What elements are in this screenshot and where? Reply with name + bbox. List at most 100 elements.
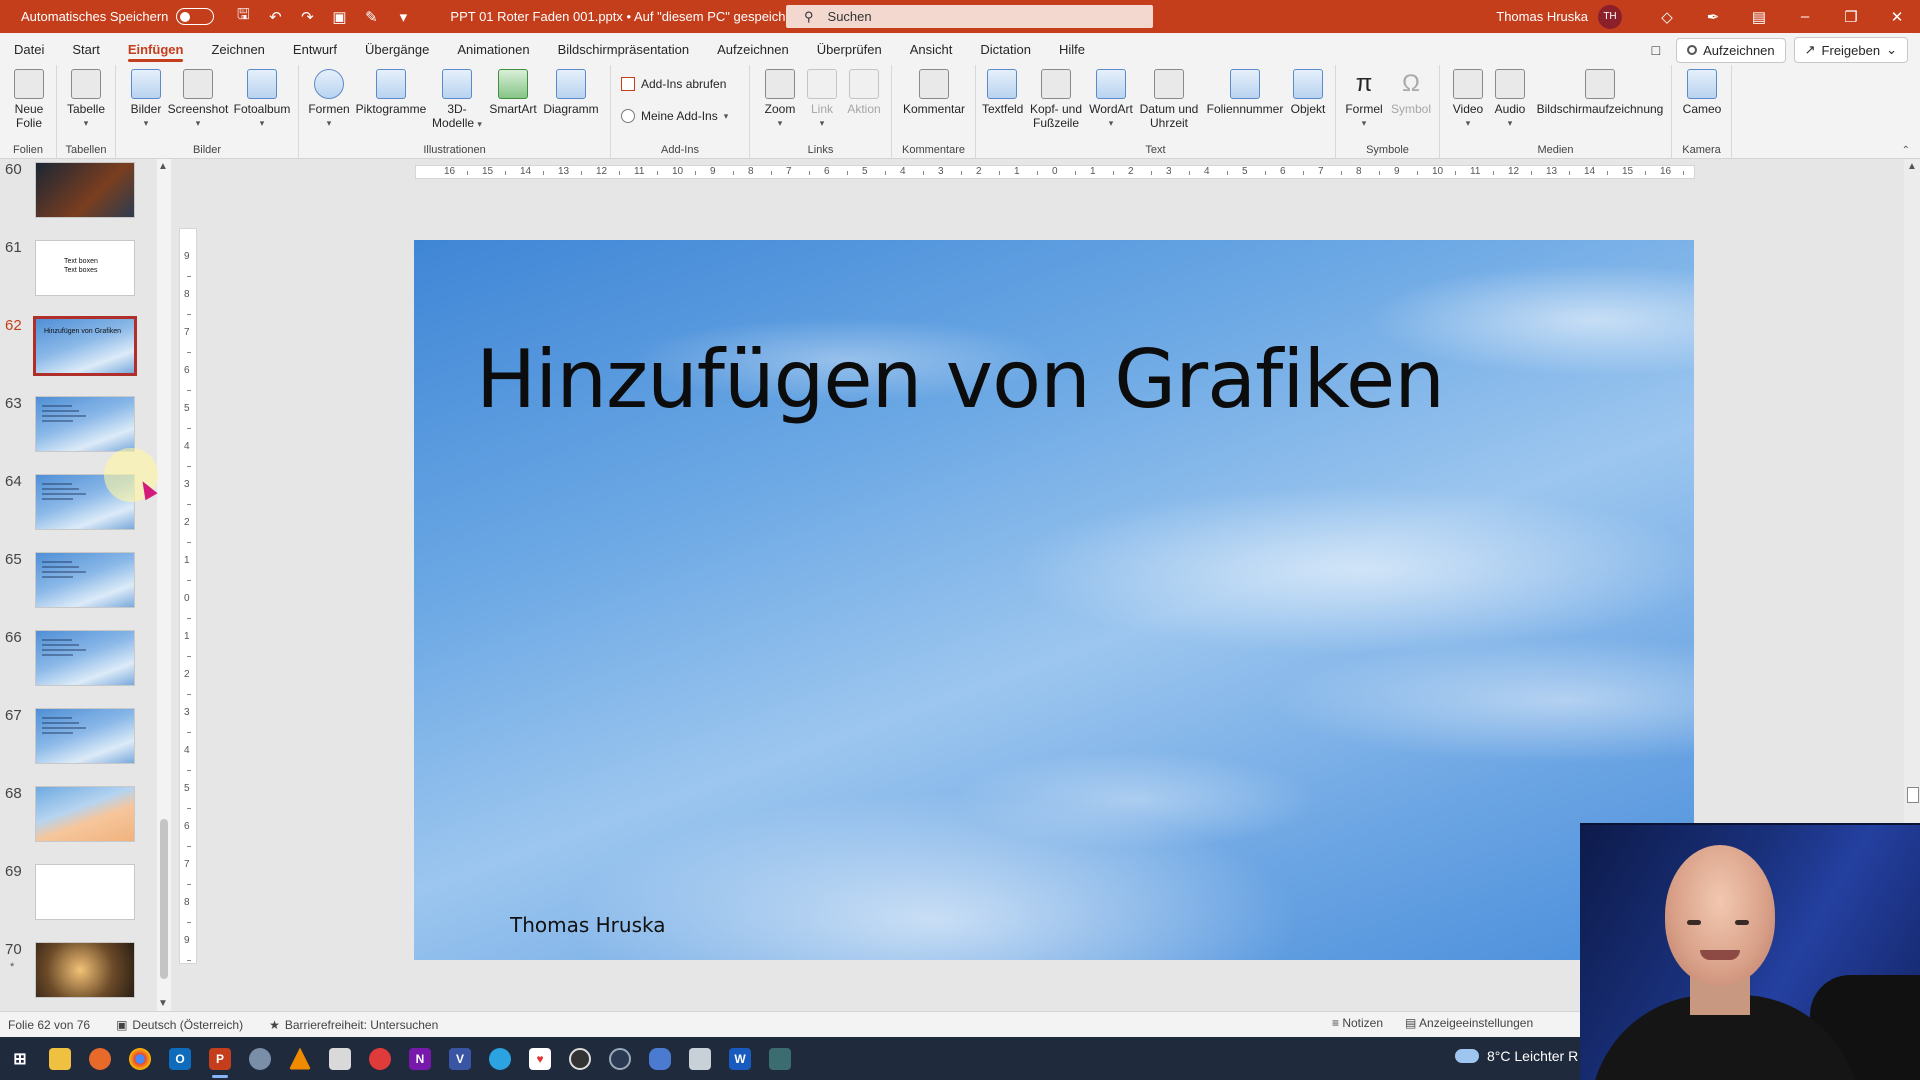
thumbnail-image[interactable]: [35, 396, 135, 452]
slide-number-button[interactable]: Foliennummer: [1204, 69, 1286, 116]
display-settings-button[interactable]: ▤ Anzeigeeinstellungen: [1405, 1016, 1533, 1030]
thumbnail-image[interactable]: [35, 630, 135, 686]
symbol-button[interactable]: Ω Symbol: [1388, 69, 1434, 116]
scroll-up-icon[interactable]: ▲: [158, 161, 168, 172]
autosave-control[interactable]: Automatisches Speichern: [0, 8, 215, 25]
present-from-start-icon[interactable]: ▣: [330, 8, 348, 26]
redo-icon[interactable]: ↷: [298, 8, 316, 26]
user-name[interactable]: Thomas Hruska: [1496, 9, 1588, 24]
tab-hilfe[interactable]: Hilfe: [1045, 33, 1099, 65]
comment-button[interactable]: Kommentar: [898, 69, 970, 116]
start-button[interactable]: ⊞: [0, 1037, 40, 1080]
equation-button[interactable]: π Formel ▾: [1342, 69, 1386, 130]
screenshot-button[interactable]: Screenshot ▾: [166, 69, 230, 130]
taskbar-visio[interactable]: V: [440, 1037, 480, 1080]
taskbar-app-14[interactable]: ♥: [520, 1037, 560, 1080]
taskbar-telegram[interactable]: [480, 1037, 520, 1080]
scrollbar-thumb[interactable]: [160, 819, 168, 979]
3d-models-button[interactable]: 3D- Modelle ▾: [429, 69, 485, 131]
scroll-down-icon[interactable]: ▼: [158, 998, 168, 1009]
tab-entwurf[interactable]: Entwurf: [279, 33, 351, 65]
icons-button[interactable]: Piktogramme: [353, 69, 429, 116]
restore-icon[interactable]: ❐: [1828, 8, 1874, 26]
slide-thumbnail-65[interactable]: 65: [0, 549, 140, 611]
object-button[interactable]: Objekt: [1286, 69, 1330, 116]
taskbar-powerpoint[interactable]: P: [200, 1037, 240, 1080]
thumbnail-image[interactable]: [35, 864, 135, 920]
autosave-toggle[interactable]: [176, 8, 215, 25]
taskbar-app-10[interactable]: [360, 1037, 400, 1080]
link-button[interactable]: Link ▾: [802, 69, 842, 130]
date-time-button[interactable]: Datum und Uhrzeit: [1136, 69, 1202, 130]
taskbar-obs[interactable]: [560, 1037, 600, 1080]
thumbnail-image[interactable]: [35, 162, 135, 218]
tab-uebergaenge[interactable]: Übergänge: [351, 33, 443, 65]
undo-icon[interactable]: ↶: [266, 8, 284, 26]
thumbnail-scrollbar[interactable]: ▲ ▼: [157, 159, 171, 1011]
tab-einfuegen[interactable]: Einfügen: [114, 33, 198, 65]
tab-zeichnen[interactable]: Zeichnen: [197, 33, 278, 65]
minimize-icon[interactable]: –: [1782, 8, 1828, 25]
pictures-button[interactable]: Bilder ▾: [126, 69, 166, 130]
audio-button[interactable]: Audio ▾: [1490, 69, 1530, 130]
share-button[interactable]: ↗ Freigeben ⌄: [1793, 37, 1908, 63]
taskbar-app-20[interactable]: [760, 1037, 800, 1080]
taskbar-app-18[interactable]: [680, 1037, 720, 1080]
thumbnail-image[interactable]: Hinzufügen von Grafiken: [33, 316, 137, 376]
slide-thumbnail-66[interactable]: 66: [0, 627, 140, 689]
record-button[interactable]: Aufzeichnen: [1676, 37, 1786, 63]
slide-thumbnail-69[interactable]: 69: [0, 861, 140, 923]
slide-thumbnail-68[interactable]: 68: [0, 783, 140, 845]
my-addins-button[interactable]: Meine Add-Ins ▾: [621, 109, 728, 123]
slide-title[interactable]: Hinzufügen von Grafiken: [476, 333, 1445, 426]
taskbar-app-9[interactable]: [320, 1037, 360, 1080]
video-button[interactable]: Video ▾: [1448, 69, 1488, 130]
table-button[interactable]: Tabelle ▾: [63, 69, 109, 130]
ribbon-display-icon[interactable]: ▤: [1736, 8, 1782, 26]
taskbar-app-17[interactable]: [640, 1037, 680, 1080]
new-slide-button[interactable]: Neue Folie: [8, 69, 50, 130]
zoom-button[interactable]: Zoom ▾: [760, 69, 800, 130]
accessibility-check[interactable]: ★ Barrierefreiheit: Untersuchen: [269, 1018, 438, 1032]
tab-ueberpruefen[interactable]: Überprüfen: [803, 33, 896, 65]
thumbnail-image[interactable]: [35, 708, 135, 764]
comments-icon[interactable]: □: [1644, 42, 1668, 58]
close-icon[interactable]: ✕: [1874, 8, 1920, 26]
slide-thumbnail-60[interactable]: 60: [0, 159, 140, 221]
touch-mode-icon[interactable]: ✎: [362, 8, 380, 26]
taskbar-app-7[interactable]: [240, 1037, 280, 1080]
scrollbar-thumb[interactable]: [1907, 787, 1919, 803]
screen-recording-button[interactable]: Bildschirmaufzeichnung: [1532, 69, 1668, 116]
avatar[interactable]: TH: [1598, 4, 1622, 29]
tab-ansicht[interactable]: Ansicht: [896, 33, 967, 65]
language-indicator[interactable]: ▣ Deutsch (Österreich): [116, 1018, 243, 1032]
notes-button[interactable]: ≡ Notizen: [1332, 1016, 1383, 1030]
thumbnail-image[interactable]: Text boxen Text boxes: [35, 240, 135, 296]
cameo-button[interactable]: Cameo: [1680, 69, 1724, 116]
thumbnail-image[interactable]: [35, 942, 135, 998]
tab-animationen[interactable]: Animationen: [443, 33, 543, 65]
collapse-ribbon-icon[interactable]: ⌃: [1902, 145, 1910, 156]
tab-dictation[interactable]: Dictation: [966, 33, 1045, 65]
textbox-button[interactable]: Textfeld: [982, 69, 1023, 116]
photo-album-button[interactable]: Fotoalbum ▾: [230, 69, 294, 130]
slide-canvas[interactable]: Hinzufügen von Grafiken Thomas Hruska: [414, 240, 1694, 960]
tab-aufzeichnen[interactable]: Aufzeichnen: [703, 33, 803, 65]
slide-thumbnail-63[interactable]: 63: [0, 393, 140, 455]
slide-thumbnail-67[interactable]: 67: [0, 705, 140, 767]
pen-icon[interactable]: ✒: [1690, 8, 1736, 26]
smartart-button[interactable]: SmartArt: [485, 69, 541, 116]
thumbnail-image[interactable]: [35, 786, 135, 842]
save-icon[interactable]: 🖫: [234, 4, 252, 29]
customize-qat-icon[interactable]: ▾: [394, 8, 412, 26]
taskbar-word[interactable]: W: [720, 1037, 760, 1080]
slide-thumbnail-70[interactable]: 70 *: [0, 939, 140, 1001]
tab-start[interactable]: Start: [58, 33, 113, 65]
taskbar-explorer[interactable]: [40, 1037, 80, 1080]
slide-author[interactable]: Thomas Hruska: [510, 913, 666, 937]
taskbar-app-16[interactable]: [600, 1037, 640, 1080]
weather-widget[interactable]: 8°C Leichter R: [1455, 1048, 1578, 1064]
document-title[interactable]: PPT 01 Roter Faden 001.pptx • Auf "diese…: [450, 9, 815, 25]
wordart-button[interactable]: WordArt ▾: [1086, 69, 1136, 130]
action-button[interactable]: Aktion: [844, 69, 884, 116]
